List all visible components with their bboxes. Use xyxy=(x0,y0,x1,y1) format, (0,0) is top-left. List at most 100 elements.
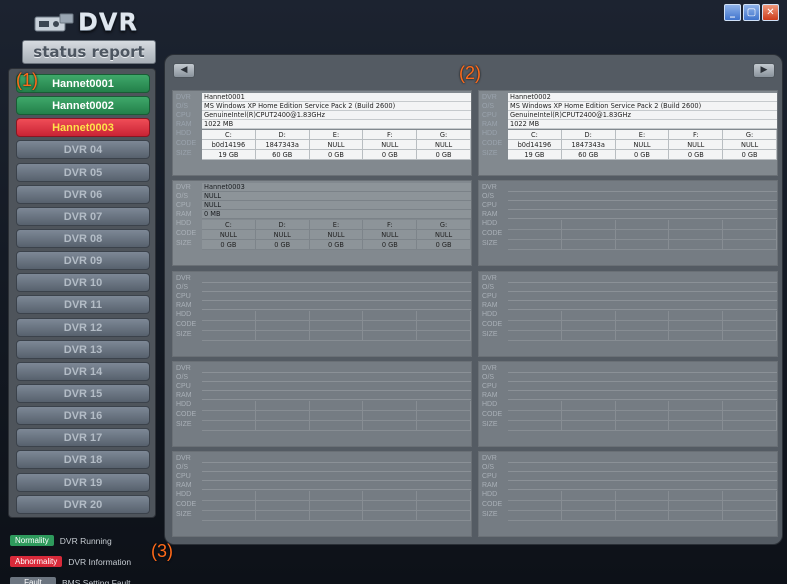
hdd-code-cell: NULL xyxy=(309,230,364,241)
field-value-os: NULL xyxy=(202,192,471,202)
field-value-os xyxy=(508,373,777,382)
field-value-dvr xyxy=(508,183,777,193)
hdd-drive-cell xyxy=(255,491,310,501)
hdd-size-cell: 0 GB xyxy=(723,150,777,160)
hdd-drive-cell: G: xyxy=(417,220,471,231)
hdd-code-cell xyxy=(723,320,777,331)
field-value-cpu xyxy=(508,472,777,481)
sidebar-item-dvr-04[interactable]: DVR 04 xyxy=(16,140,150,160)
field-label-hdd: HDD xyxy=(482,491,498,498)
hdd-size-cell xyxy=(669,240,724,251)
hdd-code-cell xyxy=(363,320,418,331)
sidebar-item-dvr-14[interactable]: DVR 14 xyxy=(16,361,150,381)
hdd-code-cell xyxy=(508,501,562,511)
hdd-drive-cell: D: xyxy=(255,130,310,140)
legend: Normality DVR Running Abnormality DVR Infor… xyxy=(10,531,210,584)
maximize-button[interactable]: ▢ xyxy=(743,4,760,21)
dvr-device-icon xyxy=(34,13,74,32)
field-value-dvr xyxy=(202,364,471,373)
sidebar-item-dvr-12[interactable]: DVR 12 xyxy=(16,317,150,337)
hdd-code-cell xyxy=(255,410,310,421)
hdd-drive-cell xyxy=(723,491,777,501)
hdd-size-cell xyxy=(561,511,616,521)
hdd-table: C: D: E: F: G: b0d14196 1847343a NULL NULL NULL 19… xyxy=(508,130,777,160)
sidebar-item-dvr-07[interactable]: DVR 07 xyxy=(16,206,150,226)
field-value-cpu xyxy=(508,201,777,211)
arrow-right-icon: ▶ xyxy=(760,65,768,75)
legend-chip-a: Abnormality xyxy=(10,556,63,567)
sidebar-item-dvr-03[interactable]: Hannet0003 xyxy=(16,118,150,138)
hdd-code-cell xyxy=(615,501,670,511)
sidebar-item-dvr-19[interactable]: DVR 19 xyxy=(16,472,150,492)
legend-text: DVR Running xyxy=(59,535,112,546)
hdd-size-cell xyxy=(561,330,616,341)
field-label-code: CODE xyxy=(482,501,503,508)
hdd-code-cell xyxy=(309,410,364,421)
sidebar-item-dvr-16[interactable]: DVR 16 xyxy=(16,406,150,426)
field-value-ram: 1022 MB xyxy=(202,120,471,129)
hdd-drive-cell: C: xyxy=(202,220,256,231)
previous-page-button[interactable]: ◀ xyxy=(173,63,195,78)
legend-chip-f: Fault xyxy=(10,577,56,584)
hdd-size-cell xyxy=(669,511,724,521)
annotation-3: (3) xyxy=(151,541,173,561)
hdd-drive-cell: C: xyxy=(202,130,256,140)
sidebar-item-dvr-09[interactable]: DVR 09 xyxy=(16,251,150,271)
hdd-code-cell: NULL xyxy=(255,230,310,241)
field-value-os: MS Windows XP Home Edition Service Pack … xyxy=(202,102,471,111)
hdd-size-cell xyxy=(309,420,364,431)
hdd-code-cell xyxy=(561,230,616,241)
field-label-size: SIZE xyxy=(176,240,192,248)
sidebar-item-dvr-11[interactable]: DVR 11 xyxy=(16,295,150,315)
hdd-size-cell xyxy=(561,240,616,251)
hdd-drive-cell xyxy=(615,491,670,501)
dvr-status-card: DVR O/S CPU RAM HDD CODE SIZE xyxy=(172,360,472,447)
hdd-code-cell xyxy=(508,320,562,331)
minimize-button[interactable]: _ xyxy=(724,4,741,21)
sidebar-item-dvr-06[interactable]: DVR 06 xyxy=(16,184,150,204)
window-controls: _ ▢ ✕ xyxy=(724,4,779,21)
sidebar-item-dvr-08[interactable]: DVR 08 xyxy=(16,228,150,248)
hdd-size-cell xyxy=(363,420,418,431)
hdd-drive-cell xyxy=(615,400,670,411)
sidebar-item-dvr-17[interactable]: DVR 17 xyxy=(16,428,150,448)
hdd-size-cell xyxy=(669,420,724,431)
hdd-size-cell xyxy=(508,420,562,431)
next-page-button[interactable]: ▶ xyxy=(753,63,775,78)
field-value-dvr xyxy=(508,274,777,283)
hdd-code-cell xyxy=(723,501,777,511)
field-value-cpu: GenuineIntel(R)CPUT2400@1.83GHz xyxy=(508,111,777,120)
sidebar-item-dvr-15[interactable]: DVR 15 xyxy=(16,383,150,403)
hdd-size-cell xyxy=(669,330,724,341)
hdd-code-cell: NULL xyxy=(669,140,724,150)
dvr-sidebar: Hannet0001 Hannet0002 Hannet0003 DVR 04 DVR … xyxy=(8,68,156,518)
hdd-code-cell xyxy=(508,230,562,241)
sidebar-item-dvr-20[interactable]: DVR 20 xyxy=(16,494,150,514)
hdd-drive-cell xyxy=(202,491,256,501)
field-value-dvr: Hannet0002 xyxy=(508,93,777,102)
hdd-code-cell: 1847343a xyxy=(255,140,310,150)
hdd-code-cell xyxy=(669,501,724,511)
app-logo: DVR status report xyxy=(14,8,156,64)
sidebar-item-dvr-10[interactable]: DVR 10 xyxy=(16,273,150,293)
field-value-dvr: Hannet0003 xyxy=(202,183,471,193)
sidebar-item-dvr-18[interactable]: DVR 18 xyxy=(16,450,150,470)
hdd-code-cell: NULL xyxy=(417,140,471,150)
hdd-size-cell xyxy=(363,330,418,341)
sidebar-item-dvr-13[interactable]: DVR 13 xyxy=(16,339,150,359)
close-button[interactable]: ✕ xyxy=(762,4,779,21)
field-value-ram xyxy=(508,391,777,400)
hdd-drive-cell: F: xyxy=(363,130,418,140)
hdd-drive-cell xyxy=(723,400,777,411)
field-value-cpu xyxy=(202,382,471,391)
field-value-os xyxy=(508,463,777,472)
field-value-ram xyxy=(508,481,777,490)
field-label-code: CODE xyxy=(176,140,197,147)
field-value-ram xyxy=(508,301,777,310)
sidebar-item-dvr-05[interactable]: DVR 05 xyxy=(16,162,150,182)
sidebar-item-dvr-02[interactable]: Hannet0002 xyxy=(16,96,150,116)
hdd-table xyxy=(202,491,471,521)
dvr-status-card: DVR O/S CPU RAM HDD CODE SIZE Hannet0001 MS Wind… xyxy=(172,90,472,176)
hdd-code-cell xyxy=(615,320,670,331)
hdd-code-cell xyxy=(309,501,364,511)
